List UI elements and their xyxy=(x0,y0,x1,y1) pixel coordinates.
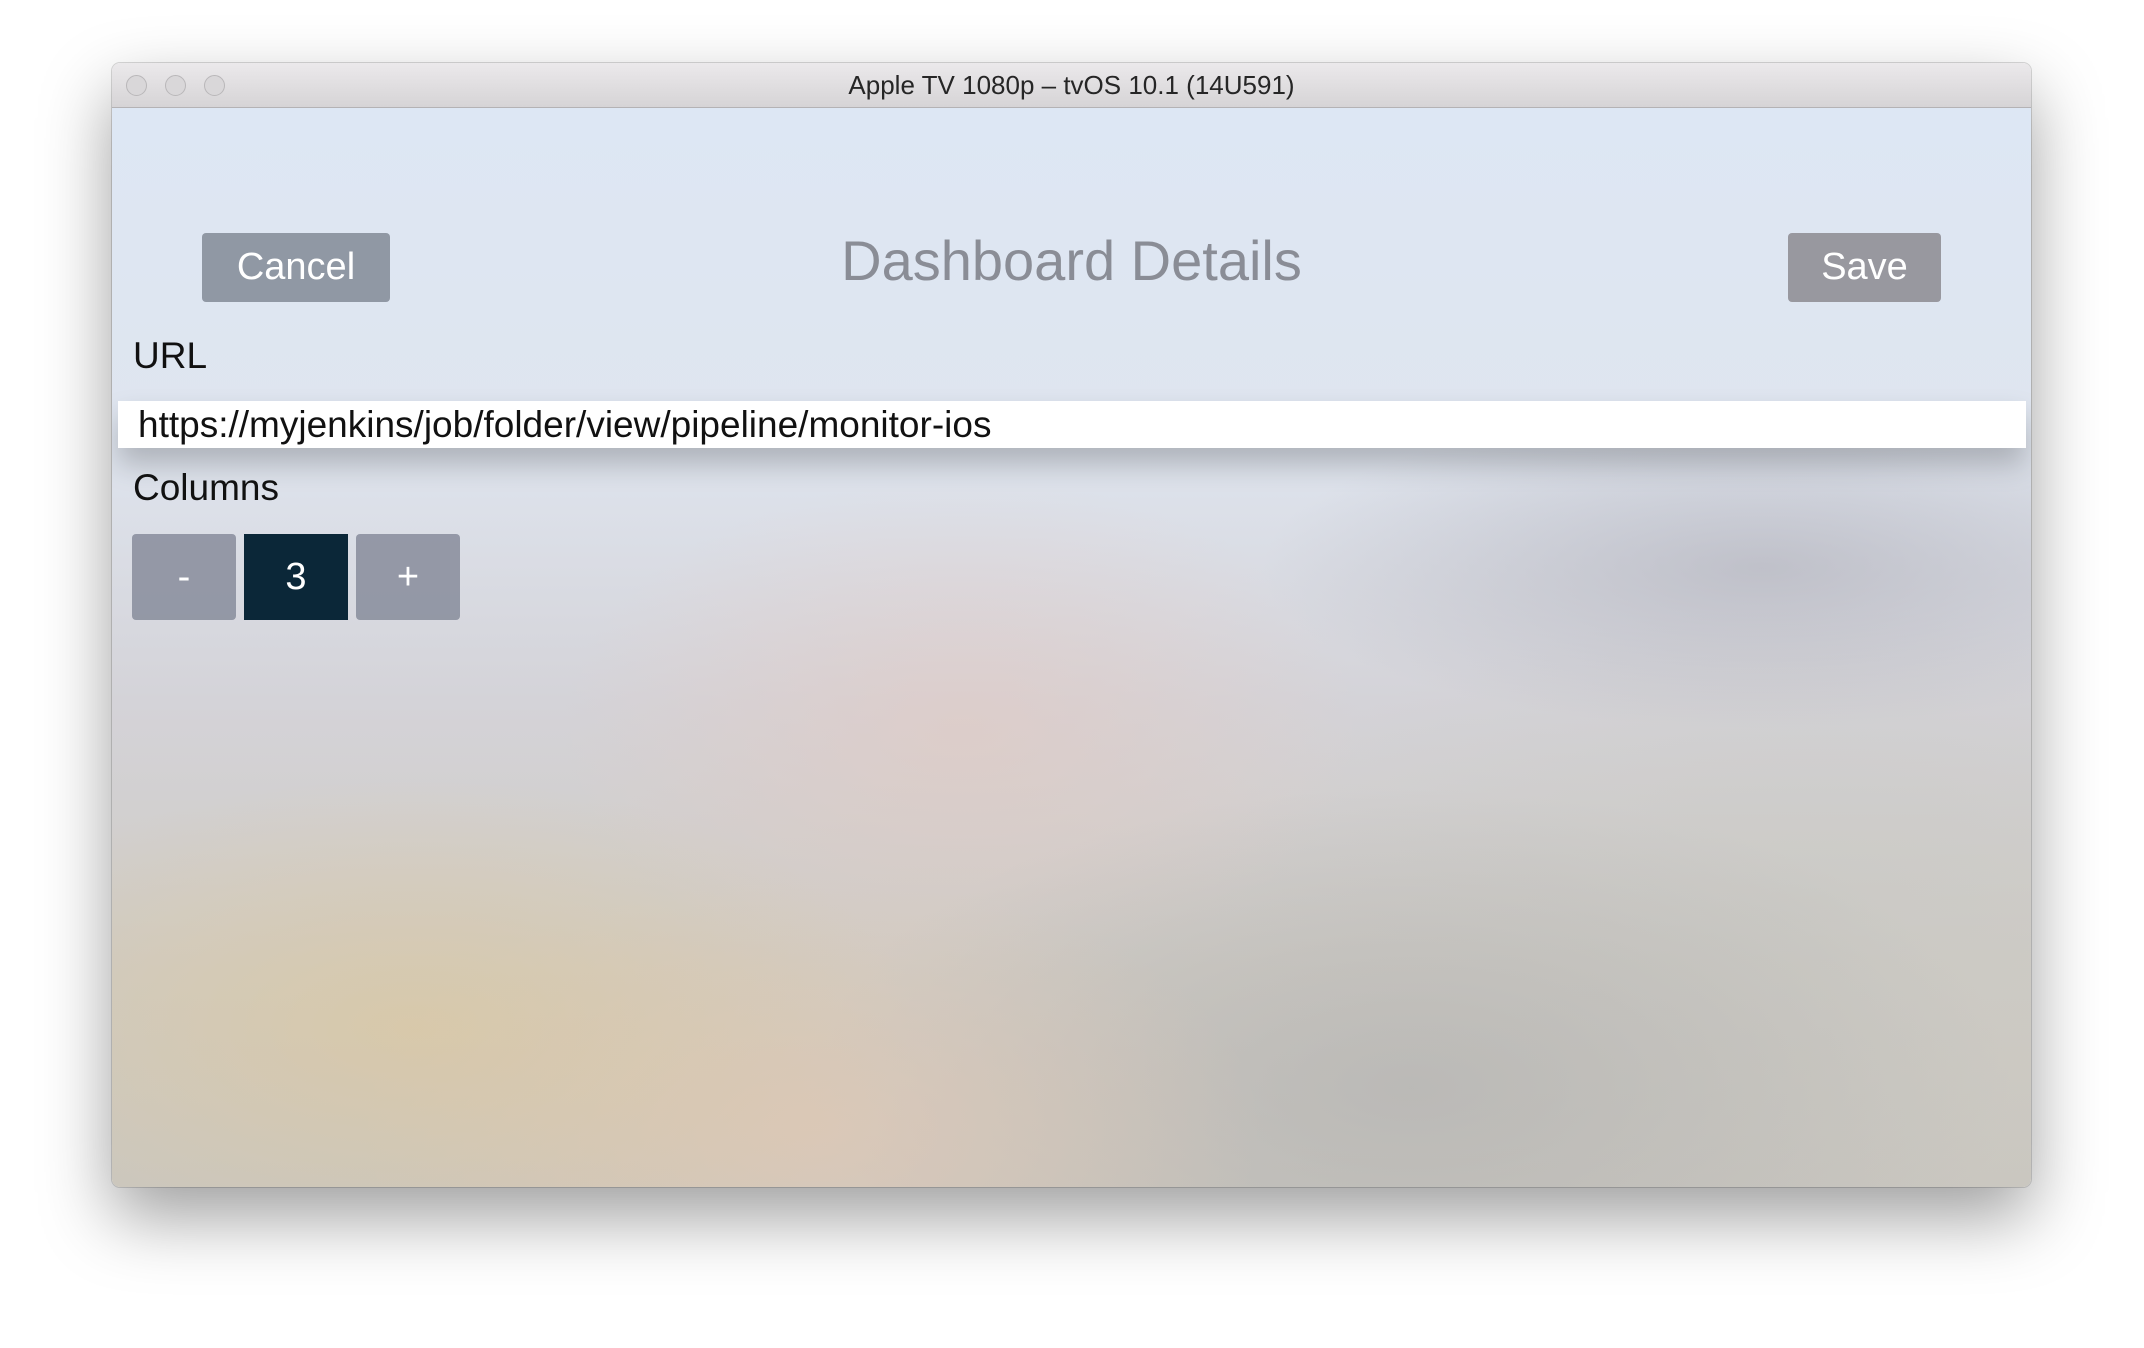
columns-value[interactable]: 3 xyxy=(244,534,348,620)
url-input[interactable]: https://myjenkins/job/folder/view/pipeli… xyxy=(118,401,2026,448)
page-title: Dashboard Details xyxy=(841,229,1302,292)
increment-columns-button[interactable]: + xyxy=(356,534,460,620)
app-content: Cancel Dashboard Details Save URL https:… xyxy=(112,108,2031,1187)
title-bar: Apple TV 1080p – tvOS 10.1 (14U591) xyxy=(112,63,2031,108)
columns-label: Columns xyxy=(133,467,279,508)
window-title: Apple TV 1080p – tvOS 10.1 (14U591) xyxy=(848,70,1295,100)
save-button[interactable]: Save xyxy=(1788,233,1941,302)
simulator-window: Apple TV 1080p – tvOS 10.1 (14U591) Canc… xyxy=(112,63,2031,1187)
url-label: URL xyxy=(133,335,208,376)
decrement-columns-button[interactable]: - xyxy=(132,534,236,620)
